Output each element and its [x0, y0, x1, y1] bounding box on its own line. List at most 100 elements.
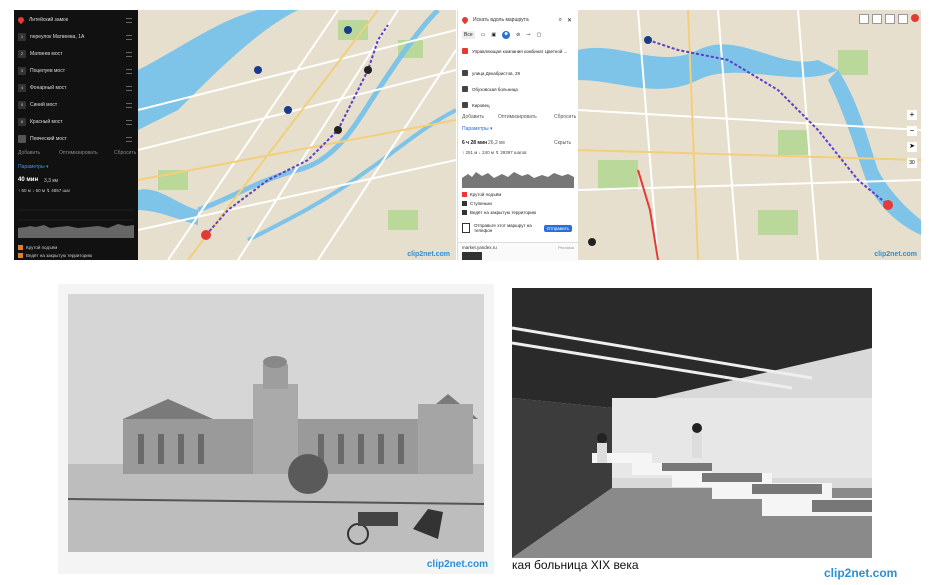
hide-button[interactable]: Скрыть: [554, 140, 571, 146]
drag-handle-icon[interactable]: [126, 85, 132, 91]
route-stop-2[interactable]: Обуховская больница: [462, 84, 574, 94]
route-stop-label: Певческий мост: [30, 136, 67, 142]
stairs-icon: [462, 201, 467, 206]
transit-icon[interactable]: [885, 14, 895, 24]
stop-number: 4: [18, 84, 26, 92]
add-button[interactable]: Добавить: [462, 114, 484, 120]
close-icon[interactable]: ✕: [567, 17, 572, 24]
send-button[interactable]: Отправить: [543, 224, 572, 232]
watermark: clip2net.com: [426, 559, 488, 570]
route-time: 40 мин: [18, 177, 39, 183]
avatar[interactable]: [911, 14, 919, 22]
zoom-out-button[interactable]: −: [907, 126, 917, 136]
walk-icon[interactable]: ☻: [502, 31, 511, 39]
route-distance: 26,2 км: [488, 140, 505, 146]
map-canvas[interactable]: [578, 10, 921, 260]
zoom-in-button[interactable]: +: [907, 110, 917, 120]
ad-banner[interactable]: market.yandex.ru Реклама: [458, 242, 578, 261]
hospital-engraving-image: [68, 294, 484, 552]
ruler-icon[interactable]: [898, 14, 908, 24]
route-stop-1[interactable]: 1 переулок Матвеева, 1А: [18, 30, 134, 44]
warning-icon: [18, 253, 23, 258]
drag-handle-icon[interactable]: [126, 68, 132, 74]
start-point-icon: [462, 48, 468, 54]
params-link[interactable]: Параметры ▾: [18, 164, 49, 170]
hospital-ward-photo: [511, 288, 872, 558]
mode-all-button[interactable]: Все: [462, 31, 475, 39]
route-stop-0[interactable]: Управляющая компания комбинат Цветной ..…: [462, 46, 574, 56]
route-stop-3[interactable]: Кировец: [462, 100, 574, 110]
drag-handle-icon[interactable]: [126, 119, 132, 125]
stop-number: 6: [18, 118, 26, 126]
send-to-phone: Отправьте этот маршрут на телефон Отправ…: [462, 223, 574, 233]
engraving-frame: clip2net.com: [58, 284, 494, 574]
stop-number: [462, 70, 468, 76]
reset-button[interactable]: Сбросить: [114, 150, 136, 156]
warning-closed-area: Ведёт на закрытую территорию: [462, 210, 536, 215]
scooter-icon[interactable]: ⊸: [526, 32, 530, 38]
map-view-right[interactable]: + − ➤ 30 clip2net.com: [578, 10, 921, 260]
route-stop-7[interactable]: Певческий мост: [18, 132, 134, 146]
compass-icon[interactable]: ➤: [907, 142, 917, 152]
ad-domain[interactable]: market.yandex.ru: [462, 245, 497, 250]
elevation-chart: [462, 160, 574, 188]
stop-number: [462, 86, 468, 92]
warning-steep: Крутой подъём: [18, 245, 57, 250]
taxi-icon[interactable]: ▢: [537, 32, 542, 38]
route-stop-6[interactable]: 6 Красный мост: [18, 115, 134, 129]
route-stop-label: переулок Матвеева, 1А: [30, 34, 85, 40]
watermark: clip2net.com: [874, 251, 917, 258]
watermark: clip2net.com: [407, 251, 450, 258]
map-view-left[interactable]: clip2net.com: [138, 10, 456, 260]
drag-handle-icon[interactable]: [126, 34, 132, 40]
zoom-controls: + − ➤ 30: [907, 110, 917, 168]
route-stop-4[interactable]: 4 Фонарный мост: [18, 81, 134, 95]
stop-number: [462, 102, 468, 108]
bike-icon[interactable]: ⊘: [516, 32, 520, 38]
optimize-button[interactable]: Оптимизировать: [59, 150, 98, 156]
location-pin-icon: [460, 15, 470, 25]
warning-stairs: Ступеньки: [462, 201, 492, 206]
route-stop-2[interactable]: 2 Матвеев мост: [18, 47, 134, 61]
route-distance: 3,3 км: [44, 178, 58, 184]
traffic-icon[interactable]: [872, 14, 882, 24]
route-stop-0[interactable]: Литейский замок: [16, 13, 134, 27]
route-stop-label: Матвеев мост: [30, 51, 63, 57]
route-stop-1[interactable]: улица Декабристов, 29: [462, 68, 574, 78]
optimize-button[interactable]: Оптимизировать: [498, 114, 537, 120]
route-stats: ↑ 251 м ↓ 240 м ↯ 39397 шагов: [462, 150, 527, 155]
zoom-level: 30: [907, 158, 917, 168]
search-input[interactable]: Искать вдоль маршрута: [473, 17, 529, 23]
drag-handle-icon[interactable]: [126, 136, 132, 142]
warning-icon: [18, 245, 23, 250]
reset-button[interactable]: Сбросить: [554, 114, 576, 120]
drag-handle-icon[interactable]: [126, 102, 132, 108]
search-icon[interactable]: ⌕: [559, 17, 562, 24]
warning-closed-area: Ведёт на закрытую территорию: [18, 253, 92, 258]
bus-icon[interactable]: ▣: [491, 32, 496, 38]
car-icon[interactable]: ▭: [481, 32, 486, 38]
stop-number: 3: [18, 67, 26, 75]
transport-modes: Все ▭ ▣ ☻ ⊘ ⊸ ▢: [462, 30, 574, 40]
end-point-icon: [18, 135, 26, 143]
photo-caption: кая больница XIX века: [512, 558, 639, 572]
add-button[interactable]: Добавить: [18, 150, 40, 156]
layers-icon[interactable]: [859, 14, 869, 24]
route-stop-3[interactable]: 3 Поцелуев мост: [18, 64, 134, 78]
ad-label: Реклама: [557, 245, 574, 250]
drag-handle-icon[interactable]: [126, 17, 132, 23]
params-link[interactable]: Параметры ▾: [462, 126, 493, 132]
route-stop-5[interactable]: 5 Синий мост: [18, 98, 134, 112]
map-canvas[interactable]: [138, 10, 456, 260]
stop-number: 2: [18, 50, 26, 58]
drag-handle-icon[interactable]: [126, 51, 132, 57]
watermark: clip2net.com: [824, 566, 898, 580]
warning-icon: [462, 192, 467, 197]
route-stop-label: Синий мост: [30, 102, 58, 108]
route-panel-left: Литейский замок 1 переулок Матвеева, 1А …: [14, 10, 138, 260]
warning-steep: Крутой подъём: [462, 192, 501, 197]
map-toolbar: [859, 14, 919, 24]
ad-image[interactable]: [462, 252, 482, 260]
search-bar[interactable]: Искать вдоль маршрута ⌕ ✕: [460, 14, 574, 26]
phone-icon: [462, 223, 470, 233]
